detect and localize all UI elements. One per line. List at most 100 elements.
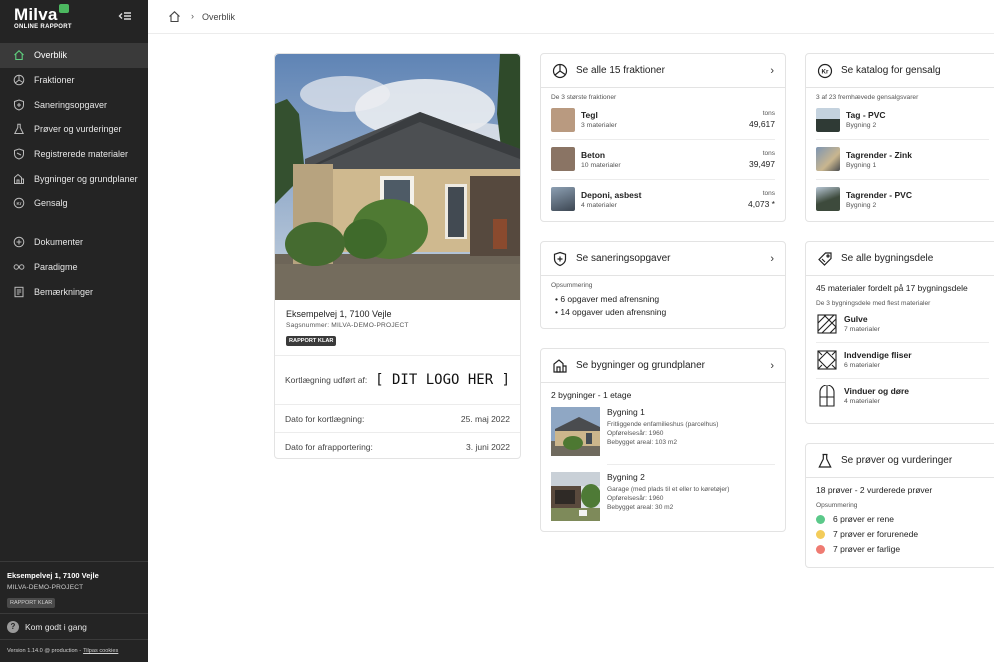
sidebar-item-label: Dokumenter (34, 237, 84, 248)
building-year: Opførelsesår: 1960 (607, 430, 664, 437)
fraction-value: 49,617 (749, 119, 775, 129)
note-icon (14, 286, 24, 297)
buildings-header-link[interactable]: Se bygninger og grundplaner › (541, 349, 785, 383)
sidebar-item-label: Registrerede materialer (34, 149, 129, 160)
fractions-card: Se alle 15 fraktioner › De 3 største fra… (540, 53, 786, 222)
sample-status-label: 7 prøver er farlige (833, 544, 901, 554)
fraction-unit: tons (762, 110, 775, 117)
breadcrumb: › Overblik (148, 0, 994, 34)
sidebar-item-label: Fraktioner (34, 75, 75, 86)
fractions-subtitle: De 3 største fraktioner (551, 94, 617, 101)
building-type: Fritliggende enfamilieshus (parcelhus) (607, 421, 719, 428)
breadcrumb-current: Overblik (202, 12, 236, 22)
fraction-row[interactable]: Beton 10 materialer tons 39,497 (541, 140, 785, 174)
buildings-title: Se bygninger og grundplaner (576, 360, 705, 371)
building-row[interactable]: Bygning 2 Garage (med plads til et eller… (541, 465, 785, 521)
sample-status-label: 6 prøver er rene (833, 514, 894, 524)
resale-header-link[interactable]: Kr Se katalog for gensalg (806, 54, 994, 88)
pie-chart-icon (552, 63, 568, 78)
brand-name: Milva (14, 5, 58, 24)
building-photo (551, 407, 600, 456)
sidebar-item-label: Saneringsopgaver (34, 99, 108, 110)
samples-header-link[interactable]: Se prøver og vurderinger (806, 444, 994, 478)
project-card: Eksempelvej 1, 7100 Vejle Sagsnummer: MI… (274, 53, 521, 459)
sidebar-item-bygninger[interactable]: Bygninger og grundplaner (0, 166, 148, 191)
building-row[interactable]: Bygning 1 Fritliggende enfamilieshus (pa… (541, 400, 785, 456)
sample-status-row: 7 prøver er forurenede (806, 524, 994, 539)
remediation-card: Se saneringsopgaver › Opsummering • 6 op… (540, 241, 786, 329)
samples-card: Se prøver og vurderinger 18 prøver - 2 v… (805, 443, 994, 568)
clean-status-dot (816, 514, 825, 524)
building-part-row[interactable]: Gulve 7 materialer (806, 307, 994, 335)
sidebar-item-gensalg[interactable]: Kr Gensalg (0, 191, 148, 216)
shield-plus-icon (553, 251, 567, 266)
building-part-row[interactable]: Indvendige fliser 6 materialer (806, 343, 994, 371)
building-photo (551, 472, 600, 521)
buildings-summary: 2 bygninger - 1 etage (551, 390, 632, 400)
sidebar-item-overblik[interactable]: Overblik (0, 43, 148, 68)
building-part-name: Vinduer og døre (844, 386, 910, 396)
fraction-row[interactable]: Tegl 3 materialer tons 49,617 (541, 101, 785, 134)
sidebar: Milva ONLINE RAPPORT Overblik Fraktioner… (0, 0, 148, 662)
building-parts-header-link[interactable]: Se alle bygningsdele (806, 242, 994, 276)
get-started-link[interactable]: ? Kom godt i gang (0, 613, 148, 639)
chevron-right-icon: › (770, 64, 774, 77)
pie-chart-icon (13, 74, 25, 86)
sidebar-item-label: Bemærkninger (34, 286, 94, 297)
glasses-icon (13, 264, 25, 270)
cookie-settings-link[interactable]: Tilpas cookies (83, 648, 118, 654)
help-icon: ? (7, 620, 19, 633)
resale-row[interactable]: Tag - PVC Bygning 2 (806, 101, 994, 134)
milva-logo[interactable]: Milva ONLINE RAPPORT (14, 4, 72, 30)
svg-text:Kr: Kr (16, 201, 21, 206)
sidebar-item-fraktioner[interactable]: Fraktioner (0, 68, 148, 93)
building-parts-subtitle: De 3 bygningsdele med flest materialer (816, 300, 931, 307)
building-parts-card: Se alle bygningsdele 45 materialer forde… (805, 241, 994, 424)
building-part-count: 6 materialer (844, 362, 880, 369)
fraction-name: Deponi, asbest (581, 189, 642, 200)
collapse-sidebar-icon[interactable] (118, 9, 132, 23)
mapped-by-label: Kortlægning udført af: (285, 375, 368, 385)
sidebar-item-label: Bygninger og grundplaner (34, 173, 138, 184)
home-icon (14, 50, 24, 61)
brand-subtitle: ONLINE RAPPORT (14, 24, 72, 30)
resale-building: Bygning 2 (846, 201, 877, 209)
report-date-label: Dato for afrapportering: (285, 441, 373, 452)
resale-row[interactable]: Tagrender - PVC Bygning 2 (806, 180, 994, 214)
chevron-right-icon: › (770, 252, 774, 265)
building-part-row[interactable]: Vinduer og døre 4 materialer (806, 379, 994, 407)
resale-building: Bygning 2 (846, 122, 877, 129)
fraction-thumbnail (551, 107, 575, 132)
version-text: Version 1.14.0 @ production - (7, 648, 82, 654)
fraction-value: 4,073 * (748, 198, 775, 209)
building-area: Bebygget areal: 30 m2 (607, 504, 674, 511)
mapping-date-value: 25. maj 2022 (460, 413, 510, 424)
project-address: Eksempelvej 1, 7100 Vejle (286, 309, 392, 319)
fraction-name: Tegl (581, 110, 598, 120)
fractions-header-link[interactable]: Se alle 15 fraktioner › (541, 54, 785, 88)
remediation-item: 6 opgaver med afrensning (560, 294, 660, 304)
samples-summary: 18 prøver - 2 vurderede prøver (816, 485, 933, 495)
remediation-header-link[interactable]: Se saneringsopgaver › (541, 242, 785, 276)
sidebar-item-prover[interactable]: Prøver og vurderinger (0, 117, 148, 142)
sidebar-item-bemaerkninger[interactable]: Bemærkninger (0, 279, 148, 304)
sidebar-nav-main: Overblik Fraktioner Saneringsopgaver Prø… (0, 43, 148, 216)
resale-row[interactable]: Tagrender - Zink Bygning 1 (806, 140, 994, 174)
sidebar-item-label: Overblik (34, 50, 68, 61)
hazardous-status-dot (816, 544, 825, 554)
sidebar-item-registrerede-materialer[interactable]: Registrerede materialer (0, 142, 148, 167)
fraction-row[interactable]: Deponi, asbest 4 materialer tons 4,073 * (541, 180, 785, 214)
fraction-unit: tons (762, 189, 775, 197)
flask-icon (13, 124, 25, 135)
sidebar-item-dokumenter[interactable]: Dokumenter (0, 230, 148, 255)
project-case-number: Sagsnummer: MILVA-DEMO-PROJECT (286, 322, 409, 329)
sidebar-item-saneringsopgaver[interactable]: Saneringsopgaver (0, 92, 148, 117)
building-icon (553, 358, 567, 373)
mapped-by-row: Kortlægning udført af: [ DIT LOGO HER ] (275, 356, 520, 404)
home-icon[interactable] (168, 10, 181, 23)
sample-status-row: 6 prøver er rene (806, 509, 994, 524)
logo-badge-icon (58, 4, 69, 13)
sidebar-item-paradigme[interactable]: Paradigme (0, 255, 148, 280)
resale-subtitle: 3 af 23 fremhævede gensalgsvarer (816, 94, 919, 101)
fraction-thumbnail (551, 187, 575, 211)
